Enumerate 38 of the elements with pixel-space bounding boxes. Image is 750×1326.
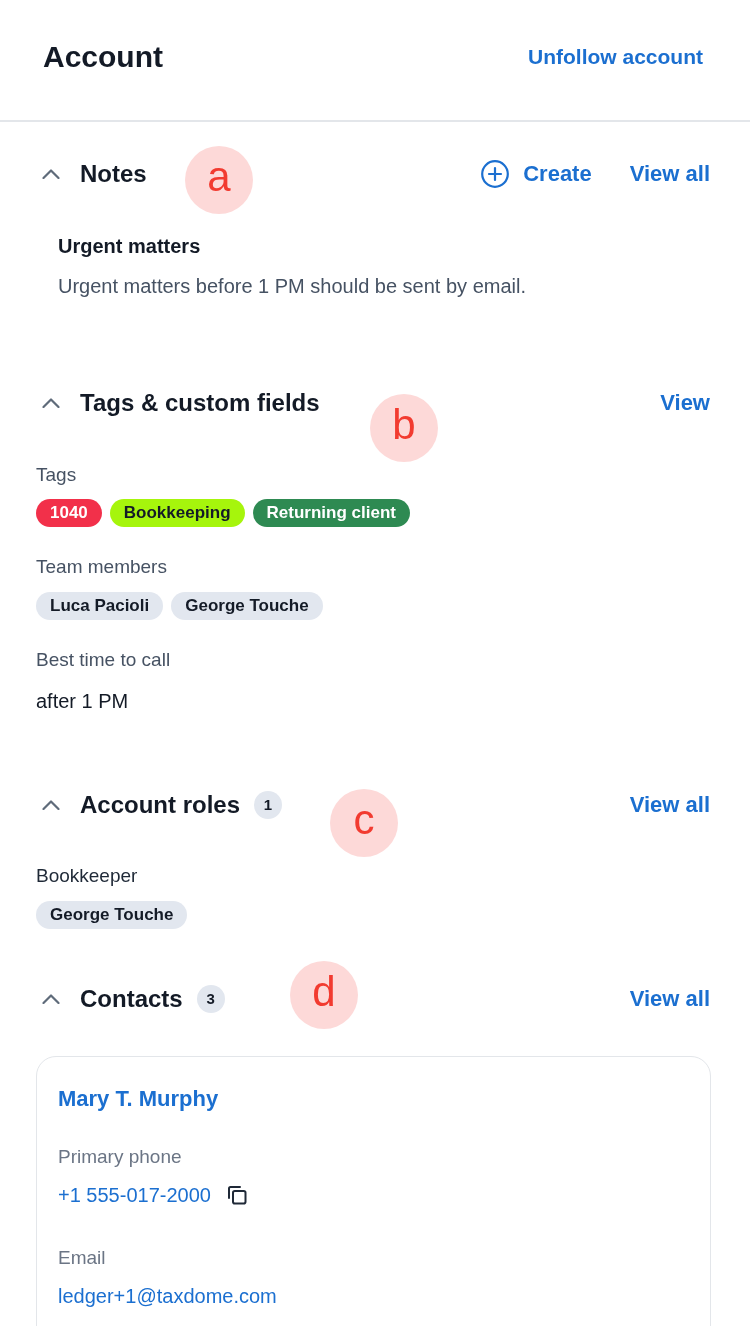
view-link[interactable]: View xyxy=(660,388,710,418)
field-label: Best time to call xyxy=(36,648,172,672)
field-value: after 1 PM xyxy=(36,689,130,714)
field-label: Email xyxy=(58,1246,106,1270)
tag-chip: Bookkeeping xyxy=(109,499,245,527)
phone-link[interactable]: +1 555-017-2000 xyxy=(58,1181,211,1209)
view-link[interactable]: View all xyxy=(629,984,710,1014)
field-label: Tags xyxy=(36,463,78,487)
create-button[interactable]: Create xyxy=(481,159,592,189)
view-link[interactable]: View all xyxy=(629,159,710,189)
contact-name-link[interactable]: Mary T. Murphy xyxy=(58,1084,219,1114)
annotation-marker: c xyxy=(330,789,398,857)
section-title: Contacts xyxy=(80,984,183,1014)
member-chip: Luca Pacioli xyxy=(36,592,164,620)
field-label: Primary phone xyxy=(58,1145,182,1169)
tag-chip: Returning client xyxy=(252,499,410,527)
unfollow-link[interactable]: Unfollow account xyxy=(528,43,703,71)
note-text: Urgent matters before 1 PM should be sent by email. xyxy=(58,274,527,299)
page-title: Account xyxy=(43,39,163,75)
copy-button[interactable] xyxy=(226,1185,247,1205)
section-title: Account roles xyxy=(80,790,241,820)
tag-chip: 1040 xyxy=(36,499,102,527)
email-link[interactable]: ledger+1@taxdome.com xyxy=(58,1282,277,1310)
count-badge: 1 xyxy=(254,791,283,819)
section-title: Tags & custom fields xyxy=(80,388,320,418)
annotation-marker: d xyxy=(290,961,358,1029)
plus-circle-icon xyxy=(481,160,510,188)
field-label: Team members xyxy=(36,555,168,579)
copy-icon xyxy=(226,1185,247,1205)
section-title: Notes xyxy=(80,159,147,189)
annotation-marker: a xyxy=(185,146,253,214)
view-link[interactable]: View all xyxy=(629,790,710,820)
role-label: Bookkeeper xyxy=(36,864,139,888)
member-chip: George Touche xyxy=(171,592,323,620)
count-badge: 3 xyxy=(196,985,225,1013)
annotation-marker: b xyxy=(370,394,438,462)
member-chip: George Touche xyxy=(36,901,188,929)
note-title: Urgent matters xyxy=(58,234,202,259)
